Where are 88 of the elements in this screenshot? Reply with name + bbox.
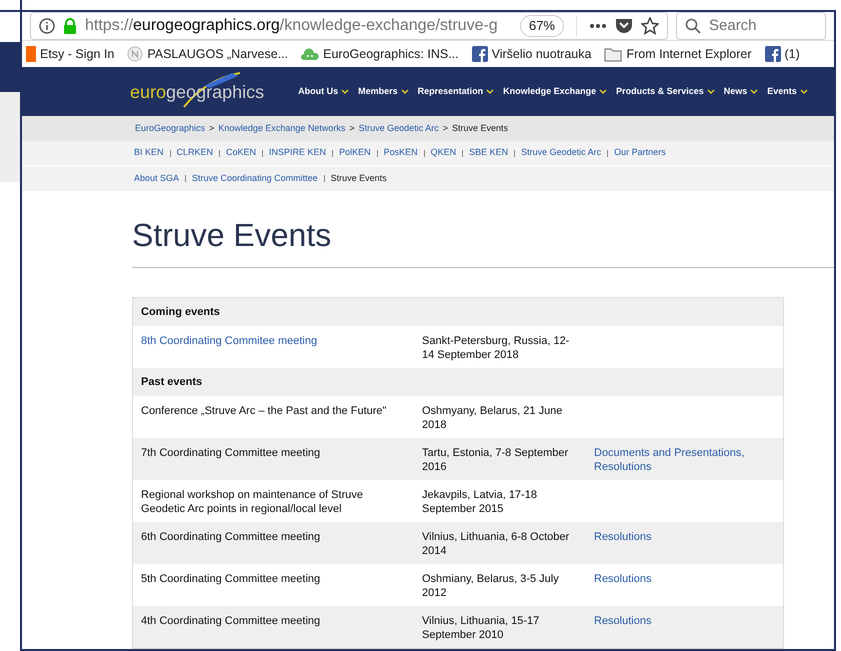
url-field[interactable]: https://eurogeographics.org/knowledge-exchange/struve-g 67% bbox=[30, 12, 668, 40]
document-links[interactable]: Documents and Presentations, Resolutions bbox=[594, 446, 754, 474]
subnav-link[interactable]: CLRKEN bbox=[176, 146, 214, 160]
etsy-icon bbox=[26, 46, 36, 62]
separator-bar bbox=[170, 150, 171, 157]
zoom-indicator[interactable]: 67% bbox=[520, 15, 564, 37]
separator-bar bbox=[607, 150, 608, 157]
separator-bar bbox=[324, 175, 325, 182]
event-title: 4th Coordinating Committee meeting bbox=[141, 614, 322, 629]
event-link[interactable]: 8th Coordinating Commitee meeting bbox=[141, 334, 422, 362]
more-icon[interactable] bbox=[589, 23, 607, 30]
lock-icon bbox=[63, 18, 77, 34]
event-title: Regional workshop on maintenance of Struve Geodetic Arc points in regional/local level bbox=[141, 488, 364, 516]
bookmark-item[interactable]: Etsy - Sign In bbox=[26, 44, 114, 64]
chevron-down-icon bbox=[706, 88, 715, 95]
document-links[interactable]: Resolutions bbox=[594, 614, 754, 642]
event-place: Vilnius, Lithuania, 6-8 October 2014 bbox=[422, 530, 570, 558]
subnav-link[interactable]: PosKEN bbox=[384, 146, 418, 160]
chevron-down-icon bbox=[750, 88, 758, 95]
star-icon[interactable] bbox=[641, 17, 659, 36]
separator-bar bbox=[262, 150, 264, 157]
chevron-down-icon bbox=[486, 88, 494, 95]
event-place: Tartu, Estonia, 7-8 September 2016 bbox=[422, 446, 570, 474]
event-title: 6th Coordinating Committee meeting bbox=[141, 530, 322, 545]
bookmark-item[interactable]: Viršelio nuotrauka bbox=[472, 44, 592, 64]
subnav-link[interactable]: Struve Geodetic Arc bbox=[521, 146, 602, 160]
section-heading: Past events bbox=[141, 374, 202, 390]
page-heading: Struve Events bbox=[132, 191, 834, 268]
section-heading: Coming events bbox=[141, 304, 220, 320]
search-field[interactable]: Search bbox=[676, 12, 826, 40]
event-place: Oshmiany, Belarus, 3-5 July 2012 bbox=[422, 572, 560, 600]
facebook-icon bbox=[472, 46, 488, 62]
event-place: Sankt-Petersburg, Russia, 12-14 September 2018 bbox=[422, 334, 570, 362]
url-text: https://eurogeographics.org/knowledge-exchange/struve-g bbox=[85, 16, 499, 36]
event-place: Vilnius, Lithuania, 15-17 September 2010 bbox=[422, 614, 540, 642]
separator-bar bbox=[424, 150, 425, 157]
nav-menu-item[interactable]: Representation bbox=[418, 84, 494, 98]
folder-icon bbox=[604, 46, 622, 62]
cloud-icon bbox=[301, 47, 320, 62]
separator-bar bbox=[462, 150, 464, 157]
subnav-link[interactable]: Struve Events bbox=[330, 172, 387, 186]
document-links[interactable]: Resolutions bbox=[594, 572, 754, 600]
nav-menu-item[interactable]: Events bbox=[767, 84, 808, 98]
subnav-link[interactable]: Struve Coordinating Committee bbox=[192, 172, 318, 186]
event-title: Conference „Struve Arc – the Past and the Future" bbox=[141, 404, 388, 419]
chevron-down-icon bbox=[341, 88, 350, 95]
bookmark-item[interactable]: From Internet Explorer bbox=[604, 44, 752, 64]
subnav-link[interactable]: INSPIRE KEN bbox=[269, 146, 326, 160]
separator-bar bbox=[514, 150, 516, 157]
breadcrumb-link[interactable]: Knowledge Exchange Networks bbox=[218, 122, 346, 136]
subnav-link[interactable]: SBE KEN bbox=[469, 146, 508, 160]
subnav-link[interactable]: PolKEN bbox=[339, 146, 371, 160]
bookmark-item[interactable]: (1) bbox=[764, 44, 800, 64]
separator-bar bbox=[332, 150, 334, 157]
nav-menu-item[interactable]: Knowledge Exchange bbox=[503, 84, 608, 98]
breadcrumb-separator: > bbox=[349, 122, 355, 136]
separator-bar bbox=[219, 150, 220, 157]
bookmark-item[interactable]: PASLAUGOS „Narvese... bbox=[127, 44, 288, 64]
circle-n-icon bbox=[127, 46, 144, 62]
bookmark-item[interactable]: EuroGeographics: INS... bbox=[301, 44, 459, 64]
pocket-icon[interactable] bbox=[615, 18, 633, 34]
nav-menu-item[interactable]: Members bbox=[358, 84, 409, 98]
subnav-link[interactable]: BI KEN bbox=[134, 146, 164, 160]
breadcrumb-separator: > bbox=[209, 122, 214, 136]
subnav-link[interactable]: CoKEN bbox=[226, 146, 256, 160]
breadcrumb-link[interactable]: EuroGeographics bbox=[135, 122, 206, 136]
document-links[interactable]: Resolutions bbox=[594, 530, 754, 558]
separator-bar bbox=[185, 175, 186, 182]
event-place: Oshmyany, Belarus, 21 June 2018 bbox=[422, 404, 564, 432]
event-title: 5th Coordinating Committee meeting bbox=[141, 572, 322, 587]
nav-menu-item[interactable]: Products & Services bbox=[616, 84, 715, 98]
event-title: 7th Coordinating Committee meeting bbox=[141, 446, 322, 461]
breadcrumb-link[interactable]: Struve Geodetic Arc bbox=[358, 122, 439, 136]
chevron-down-icon bbox=[599, 88, 608, 95]
chevron-down-icon bbox=[400, 88, 409, 95]
subnav-link[interactable]: About SGA bbox=[134, 172, 180, 186]
nav-menu-item[interactable]: News bbox=[724, 84, 758, 98]
separator-bar bbox=[376, 150, 378, 157]
breadcrumb-link[interactable]: Struve Events bbox=[452, 122, 508, 136]
search-icon bbox=[685, 18, 701, 34]
chevron-down-icon bbox=[800, 88, 808, 95]
nav-menu-item[interactable]: About Us bbox=[298, 84, 350, 98]
info-icon bbox=[39, 18, 55, 34]
event-place: Jekavpils, Latvia, 17-18 September 2015 bbox=[422, 488, 538, 516]
subnav-link[interactable]: QKEN bbox=[430, 146, 456, 160]
facebook-icon bbox=[764, 46, 781, 62]
subnav-link[interactable]: Our Partners bbox=[614, 146, 666, 160]
breadcrumb-separator: > bbox=[442, 122, 448, 136]
